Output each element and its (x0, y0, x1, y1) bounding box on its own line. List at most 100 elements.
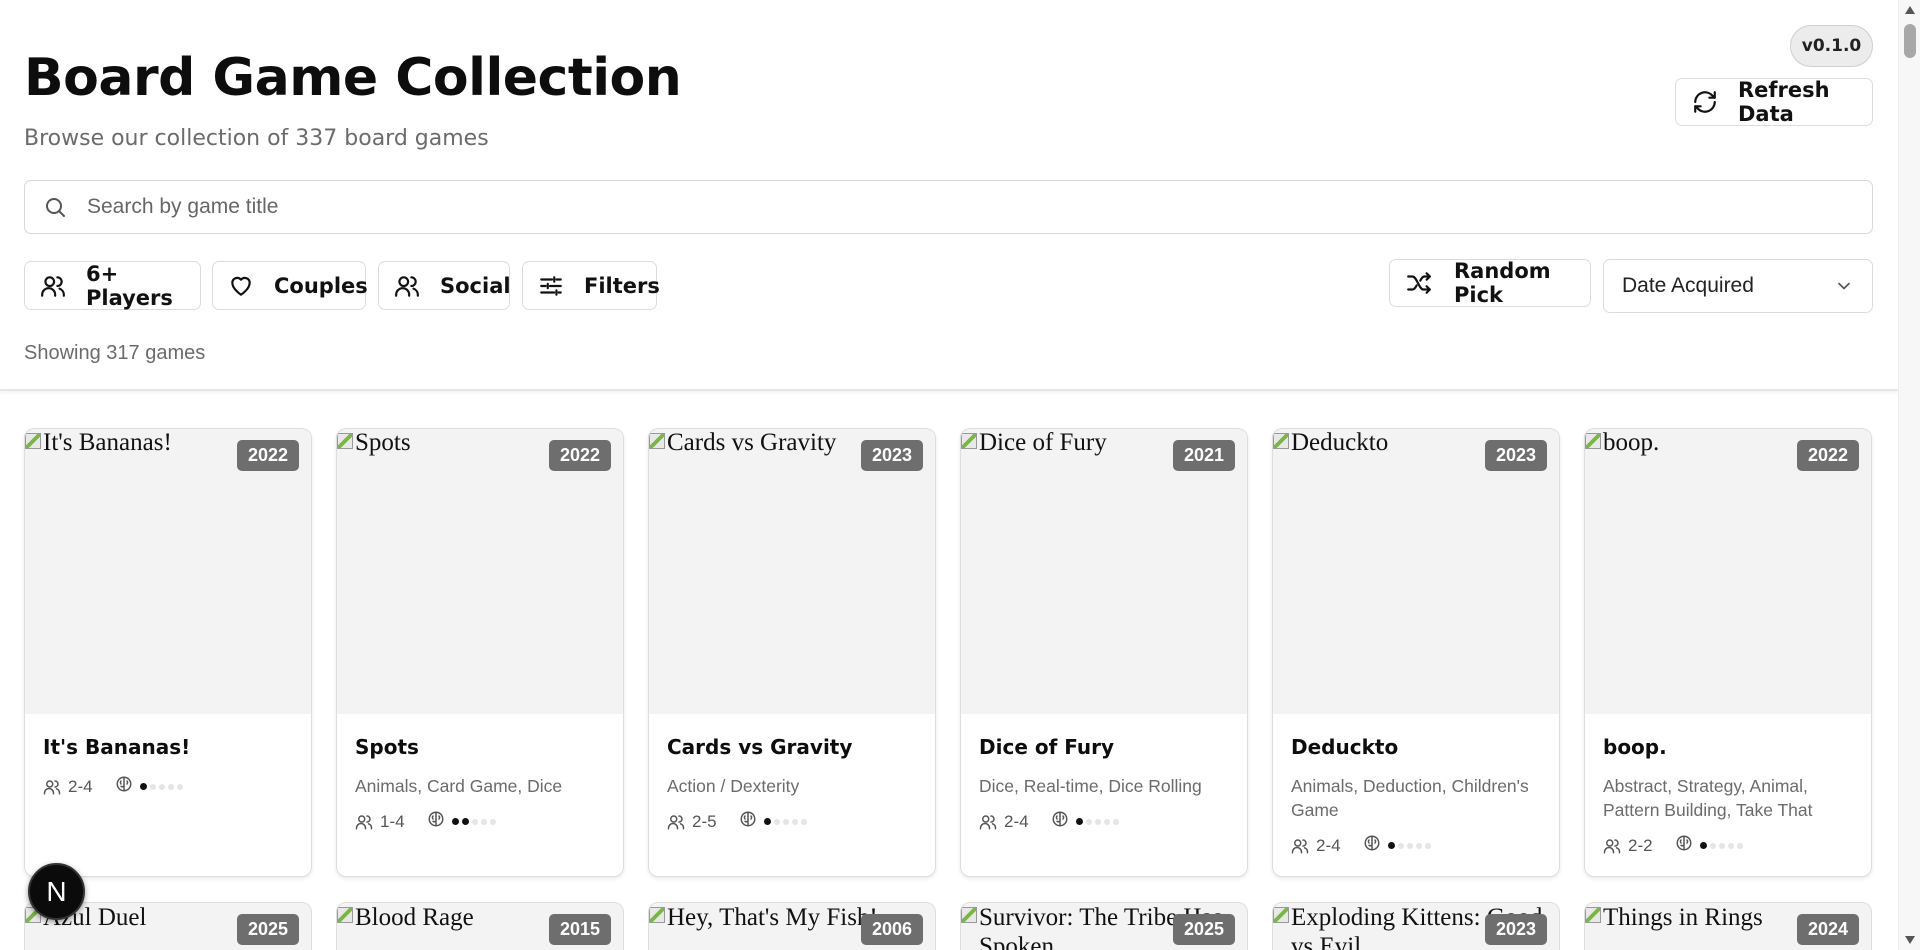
complexity-dots (1699, 842, 1746, 849)
game-card[interactable]: Hey, That's My Fish! 2006 (648, 902, 936, 950)
refresh-data-label: Refresh Data (1738, 78, 1830, 126)
heart-icon (231, 276, 251, 296)
game-card-body: boop. Abstract, Strategy, Animal, Pattern… (1585, 714, 1871, 857)
year-badge: 2022 (236, 440, 299, 471)
game-card[interactable]: Blood Rage 2015 (336, 902, 624, 950)
game-title: Dice of Fury (979, 735, 1115, 759)
game-categories: Dice, Real-time, Dice Rolling (979, 776, 1202, 796)
refresh-icon (1694, 91, 1716, 113)
shuffle-icon (1407, 272, 1431, 294)
search-icon (46, 198, 65, 217)
game-card[interactable]: Dice of Fury 2021 Dice of Fury Dice, Real-t… (960, 428, 1248, 877)
game-card[interactable]: Exploding Kittens: Good vs Evil 2023 (1272, 902, 1560, 950)
broken-image-icon (1273, 907, 1289, 923)
filter-chip-social[interactable]: Social (378, 261, 511, 310)
complexity-dot (167, 783, 174, 790)
scroll-down-arrow[interactable] (1905, 936, 1915, 944)
filter-chip-6plus-players[interactable]: 6+ Players (24, 261, 201, 310)
dev-tools-badge[interactable]: N (28, 863, 85, 920)
complexity-dot (1709, 842, 1716, 849)
filter-chip-label: 6+ Players (86, 261, 173, 310)
player-count: 2-4 (68, 776, 93, 796)
header: Board Game Collection Browse our collect… (0, 0, 1898, 391)
users-icon (667, 814, 685, 829)
game-image-alt-text: Things in Rings (1603, 904, 1763, 931)
game-card-body: Spots Animals, Card Game, Dice 1-4 (337, 714, 623, 833)
game-card-body: Deduckto Animals, Deduction, Children's G… (1273, 714, 1559, 857)
sliders-icon (540, 275, 562, 296)
complexity-dots (451, 818, 499, 825)
scroll-up-arrow[interactable] (1905, 6, 1915, 14)
player-count: 2-4 (1004, 811, 1029, 831)
complexity-dots (1387, 842, 1434, 849)
player-count: 1-4 (380, 811, 405, 831)
scrollbar-thumb[interactable] (1904, 24, 1916, 58)
broken-image-icon (25, 433, 41, 449)
complexity-dot (451, 818, 459, 825)
filters-label: Filters (584, 273, 660, 298)
users-icon (43, 779, 61, 794)
users-icon (1603, 838, 1621, 853)
game-categories: Animals, Card Game, Dice (355, 776, 563, 796)
complexity-dot (489, 818, 496, 825)
search-bar (24, 180, 1873, 234)
game-title: It's Bananas! (43, 735, 191, 759)
year-badge: 2023 (1484, 440, 1547, 471)
broken-image-icon (337, 433, 353, 449)
complexity-dot (1085, 818, 1092, 825)
broken-image-icon (961, 907, 977, 923)
game-title: boop. (1603, 735, 1667, 759)
year-badge: 2025 (1172, 914, 1235, 945)
complexity-dot (480, 818, 487, 825)
broken-image-icon (649, 907, 665, 923)
game-meta: 2-4 (1291, 834, 1541, 857)
game-image-alt-text: Hey, That's My Fish! (667, 904, 878, 931)
complexity-dot (1718, 842, 1725, 849)
users-icon (1291, 838, 1309, 853)
filter-chip-couples[interactable]: Couples (212, 261, 368, 310)
complexity-dot (176, 783, 183, 790)
results-count: Showing 317 games (24, 342, 206, 364)
complexity-dot (1727, 842, 1734, 849)
search-input[interactable] (87, 195, 1787, 219)
random-pick-button[interactable]: Random Pick (1389, 259, 1591, 307)
game-card[interactable]: It's Bananas! 2022 It's Bananas! 2-4 (24, 428, 312, 877)
player-count: 2-2 (1628, 835, 1653, 855)
game-card[interactable]: Survivor: The Tribe Has Spoken 2025 (960, 902, 1248, 950)
game-image-alt-text: Deduckto (1291, 429, 1389, 456)
game-image-alt-text: Dice of Fury (979, 429, 1107, 456)
brain-icon (1676, 835, 1692, 851)
complexity-indicator (427, 810, 445, 833)
complexity-dots (1075, 818, 1122, 825)
game-card[interactable]: Cards vs Gravity 2023 Cards vs Gravity Acti… (648, 428, 936, 877)
page-title: Board Game Collection (24, 48, 682, 108)
broken-image-icon (1273, 433, 1289, 449)
game-grid-row-2: Azul Duel 2025 Blood Rage 2015 Hey, That's M… (24, 902, 1873, 950)
scrollbar[interactable] (1898, 0, 1920, 950)
game-card[interactable]: Spots 2022 Spots Animals, Card Game, Dice 1-… (336, 428, 624, 877)
chevron-down-icon (1838, 282, 1850, 290)
game-card[interactable]: Things in Rings 2024 (1584, 902, 1872, 950)
complexity-indicator (1363, 834, 1381, 857)
player-count: 2-4 (1316, 835, 1341, 855)
refresh-data-button[interactable]: Refresh Data (1675, 78, 1873, 126)
year-badge: 2022 (1796, 440, 1859, 471)
game-image-alt: Dice of Fury (961, 429, 1107, 457)
game-image: Cards vs Gravity 2023 (649, 429, 935, 714)
filters-button[interactable]: Filters (522, 261, 660, 310)
complexity-indicator (1675, 834, 1693, 857)
game-card[interactable]: Deduckto 2023 Deduckto Animals, Deduction, … (1272, 428, 1560, 877)
users-icon (395, 275, 419, 297)
game-card[interactable]: boop. 2022 boop. Abstract, Strategy, Animal… (1584, 428, 1872, 877)
complexity-dots (763, 818, 810, 825)
year-badge: 2022 (548, 440, 611, 471)
complexity-dot (1075, 818, 1083, 825)
year-badge: 2023 (860, 440, 923, 471)
sort-select[interactable]: Date Acquired (1603, 259, 1873, 313)
brain-icon (740, 811, 756, 827)
game-title: Spots (355, 735, 419, 759)
game-image-alt: boop. (1585, 429, 1659, 457)
year-badge: 2024 (1796, 914, 1859, 945)
game-image-alt: It's Bananas! (25, 429, 172, 457)
broken-image-icon (961, 433, 977, 449)
